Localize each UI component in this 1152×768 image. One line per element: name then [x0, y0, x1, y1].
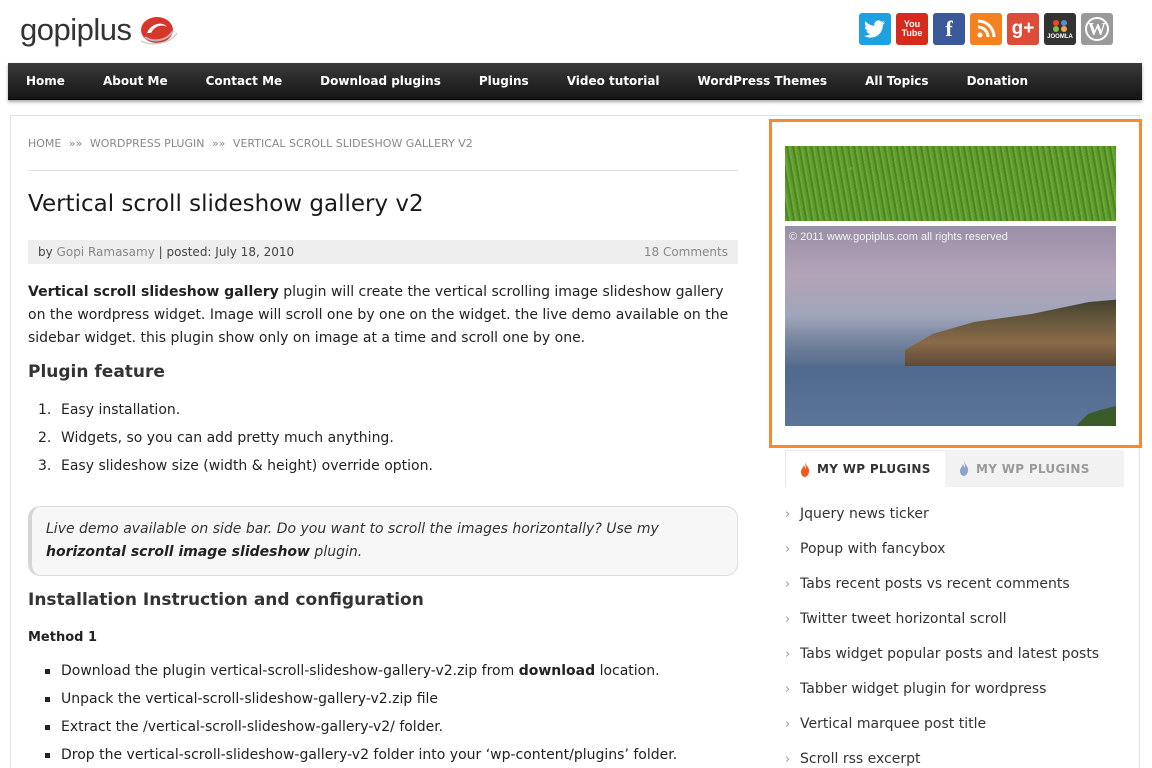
- list-item: Drop the vertical-scroll-slideshow-galle…: [42, 744, 677, 768]
- step-text: Extract the /vertical-scroll-slideshow-g…: [61, 719, 444, 735]
- social-icons: You Tube f g+ JOOMLA W: [859, 13, 1113, 45]
- twitter-icon[interactable]: [859, 13, 891, 45]
- plugin-link[interactable]: Tabs recent posts vs recent comments: [785, 573, 1099, 608]
- plugin-tabs: MY WP PLUGINS MY WP PLUGINS: [785, 450, 1124, 487]
- youtube-icon[interactable]: You Tube: [896, 13, 928, 45]
- plugin-link[interactable]: Twitter tweet horizontal scroll: [785, 608, 1099, 643]
- list-item: Unpack the vertical-scroll-slideshow-gal…: [42, 688, 677, 716]
- demo-quote: Live demo available on side bar. Do you …: [28, 506, 738, 576]
- feature-item: Easy slideshow size (width & height) ove…: [61, 458, 433, 474]
- posted-date: | posted: July 18, 2010: [158, 245, 295, 259]
- step-tail: location.: [595, 663, 660, 679]
- tab-label: MY WP PLUGINS: [817, 462, 931, 476]
- plugin-link[interactable]: Popup with fancybox: [785, 538, 1099, 573]
- breadcrumb-separator: »»: [211, 137, 226, 150]
- plugin-list: Jquery news ticker Popup with fancybox T…: [785, 503, 1099, 768]
- wordpress-label: W: [1085, 17, 1109, 41]
- install-heading: Installation Instruction and configurati…: [28, 590, 424, 610]
- meta-by: by: [38, 245, 53, 259]
- plugin-link[interactable]: Tabber widget plugin for wordpress: [785, 678, 1099, 713]
- feature-item: Easy installation.: [61, 402, 181, 418]
- list-item: 2. Widgets, so you can add pretty much an…: [38, 430, 394, 446]
- main-nav: Home About Me Contact Me Download plugin…: [8, 63, 1142, 100]
- rss-icon[interactable]: [970, 13, 1002, 45]
- feature-item: Widgets, so you can add pretty much anyt…: [61, 430, 394, 446]
- google-plus-icon[interactable]: g+: [1007, 13, 1039, 45]
- intro-bold: Vertical scroll slideshow gallery: [28, 284, 279, 300]
- nav-donation[interactable]: Donation: [967, 74, 1028, 88]
- nav-home[interactable]: Home: [26, 74, 65, 88]
- install-steps: Download the plugin vertical-scroll-slid…: [42, 660, 677, 768]
- sea-water: [785, 366, 1116, 426]
- nav-contact-me[interactable]: Contact Me: [206, 74, 283, 88]
- step-text: Unpack the vertical-scroll-slideshow-gal…: [61, 691, 439, 707]
- tab-label: MY WP PLUGINS: [976, 461, 1090, 476]
- nav-all-topics[interactable]: All Topics: [865, 74, 929, 88]
- list-item: Download the plugin vertical-scroll-slid…: [42, 660, 677, 688]
- tab-my-wp-plugins-2[interactable]: MY WP PLUGINS: [945, 450, 1124, 487]
- tab-my-wp-plugins[interactable]: MY WP PLUGINS: [785, 450, 945, 487]
- image-copyright: © 2011 www.gopiplus.com all rights reser…: [789, 231, 1008, 243]
- list-item: Extract the /vertical-scroll-slideshow-g…: [42, 716, 677, 744]
- slideshow-image-coast[interactable]: © 2011 www.gopiplus.com all rights reser…: [785, 226, 1116, 426]
- plugin-link[interactable]: Jquery news ticker: [785, 503, 1099, 538]
- slideshow-image-grass[interactable]: [785, 146, 1116, 221]
- horizontal-slideshow-link[interactable]: horizontal scroll image slideshow: [46, 544, 310, 560]
- nav-download-plugins[interactable]: Download plugins: [320, 74, 441, 88]
- author-link[interactable]: Gopi Ramasamy: [57, 245, 155, 259]
- comments-link[interactable]: 18 Comments: [644, 245, 728, 259]
- plugin-link[interactable]: Scroll rss excerpt: [785, 748, 1099, 768]
- breadcrumb: HOME »» WORDPRESS PLUGIN »» VERTICAL SCR…: [28, 137, 477, 150]
- google-plus-label: g+: [1011, 18, 1035, 39]
- flame-icon: [960, 461, 969, 476]
- nav-plugins[interactable]: Plugins: [479, 74, 529, 88]
- divider: [28, 170, 738, 171]
- intro-paragraph: Vertical scroll slideshow gallery plugin…: [28, 281, 740, 350]
- step-text: Download the plugin vertical-scroll-slid…: [61, 663, 519, 679]
- joomla-label: JOOMLA: [1047, 34, 1073, 40]
- cliff-shape: [905, 298, 1116, 374]
- download-link[interactable]: download: [519, 663, 595, 679]
- breadcrumb-separator: »»: [68, 137, 83, 150]
- quote-tail: plugin.: [309, 544, 363, 560]
- plugin-link[interactable]: Tabs widget popular posts and latest pos…: [785, 643, 1099, 678]
- method-label: Method 1: [28, 630, 98, 645]
- plugin-link[interactable]: Vertical marquee post title: [785, 713, 1099, 748]
- list-item: 3. Easy slideshow size (width & height) o…: [38, 458, 433, 474]
- flame-icon: [801, 461, 810, 477]
- feature-list: 1. Easy installation. 2. Widgets, so you c…: [38, 399, 433, 483]
- quote-text: Live demo available on side bar. Do you …: [46, 521, 659, 537]
- facebook-icon[interactable]: f: [933, 13, 965, 45]
- youtube-label: You Tube: [901, 19, 923, 38]
- site-logo[interactable]: gopiplus: [20, 12, 179, 48]
- page-title: Vertical scroll slideshow gallery v2: [28, 191, 424, 217]
- wordpress-icon[interactable]: W: [1081, 13, 1113, 45]
- nav-wordpress-themes[interactable]: WordPress Themes: [698, 74, 828, 88]
- facebook-label: f: [945, 16, 953, 41]
- breadcrumb-current: VERTICAL SCROLL SLIDESHOW GALLERY V2: [232, 137, 473, 150]
- logo-swirl-icon: [141, 17, 179, 45]
- logo-text: gopiplus: [20, 12, 132, 47]
- joomla-icon[interactable]: JOOMLA: [1044, 13, 1076, 45]
- nav-video-tutorial[interactable]: Video tutorial: [567, 74, 660, 88]
- step-text: Drop the vertical-scroll-slideshow-galle…: [61, 747, 678, 763]
- post-meta: by Gopi Ramasamy | posted: July 18, 2010…: [28, 240, 738, 264]
- nav-about-me[interactable]: About Me: [103, 74, 168, 88]
- breadcrumb-wordpress-plugin[interactable]: WORDPRESS PLUGIN: [90, 137, 205, 150]
- feature-heading: Plugin feature: [28, 362, 165, 382]
- list-item: 1. Easy installation.: [38, 402, 181, 418]
- breadcrumb-home[interactable]: HOME: [28, 137, 61, 150]
